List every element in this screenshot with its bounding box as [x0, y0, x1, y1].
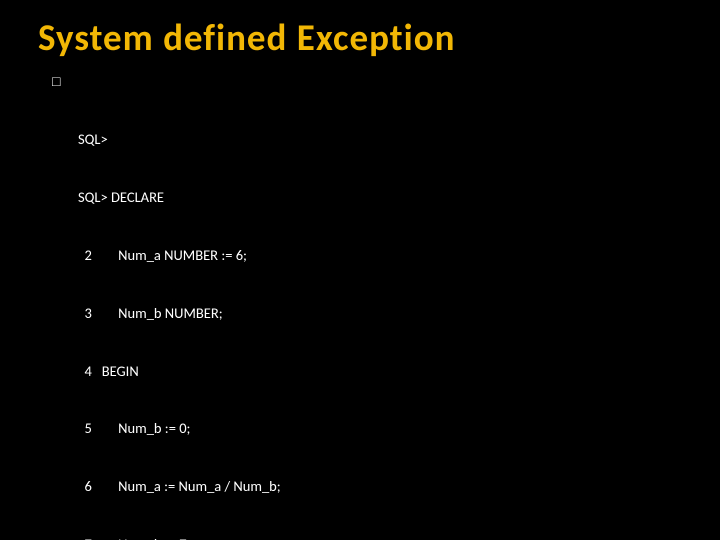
- code-line: 5 Num_b := 0;: [78, 419, 690, 438]
- slide: System defined Exception □ SQL> SQL> DEC…: [0, 0, 720, 540]
- code-line: 7 Num_b := 7;: [78, 535, 690, 540]
- code-line: SQL> DECLARE: [78, 188, 690, 207]
- code-line: 6 Num_a := Num_a / Num_b;: [78, 477, 690, 496]
- bullet-marker: □: [52, 73, 66, 89]
- code-line: SQL>: [78, 130, 690, 149]
- code-line: 4 BEGIN: [78, 362, 690, 381]
- page-title: System defined Exception: [38, 18, 690, 59]
- content-row: □: [30, 73, 690, 92]
- code-line: 3 Num_b NUMBER;: [78, 304, 690, 323]
- code-line: 2 Num_a NUMBER := 6;: [78, 246, 690, 265]
- code-block: SQL> SQL> DECLARE 2 Num_a NUMBER := 6; 3…: [78, 92, 690, 540]
